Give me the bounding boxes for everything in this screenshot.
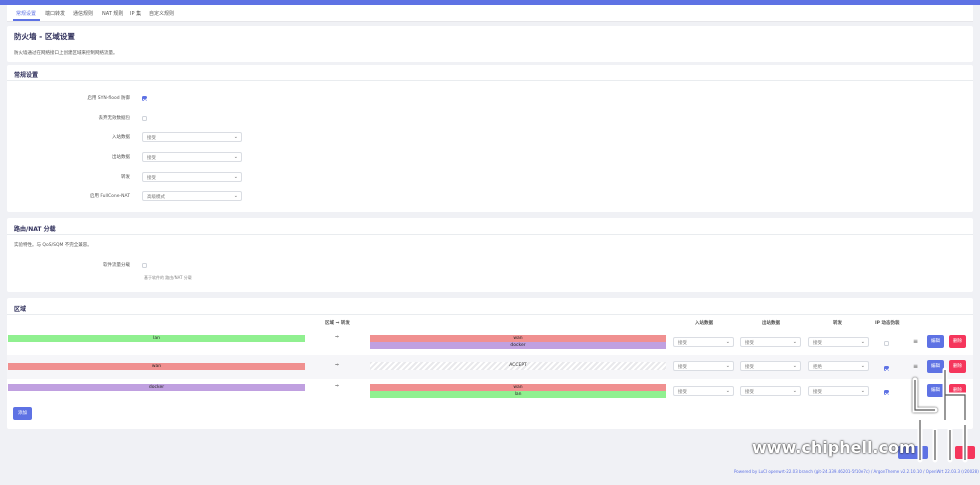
zone-input-select[interactable]: 接受 ⌄ bbox=[673, 337, 734, 347]
delete-button[interactable]: 删除 bbox=[949, 335, 966, 348]
input-policy-label: 入站数据 bbox=[112, 135, 130, 140]
software-offload-checkbox[interactable] bbox=[142, 263, 147, 268]
zone-output-select[interactable]: 接受 ⌄ bbox=[740, 361, 801, 371]
tab-custom-rules[interactable]: 自定义规则 bbox=[149, 10, 174, 17]
col-zone-forward: 区域 ⇒ 转发 bbox=[325, 321, 350, 326]
tab-nat-rules[interactable]: NAT 规则 bbox=[102, 10, 123, 17]
chevron-down-icon: ⌄ bbox=[792, 388, 797, 394]
tab-bar: 常规设置 端口转发 通信规则 NAT 规则 IP 集 自定义规则 bbox=[7, 5, 973, 22]
chevron-down-icon: ⌄ bbox=[725, 363, 730, 369]
tab-traffic-rules[interactable]: 通信规则 bbox=[73, 10, 93, 17]
zone-output-select[interactable]: 接受 ⌄ bbox=[740, 386, 801, 396]
divider bbox=[7, 314, 973, 315]
forward-policy-label: 转发 bbox=[121, 175, 130, 180]
forward-policy-select[interactable]: 接受 ⌄ bbox=[142, 172, 242, 182]
output-policy-label: 出站数据 bbox=[112, 155, 130, 160]
select-value: 接受 bbox=[678, 390, 687, 395]
select-value: 高级模式 bbox=[147, 195, 165, 200]
offload-panel: 路由/NAT 分载 实验特性。与 QoS/SQM 不完全兼容。 软件流量分载 基… bbox=[7, 218, 973, 292]
tab-general[interactable]: 常规设置 bbox=[16, 10, 36, 17]
zone-output-select[interactable]: 接受 ⌄ bbox=[740, 337, 801, 347]
chevron-down-icon: ⌄ bbox=[233, 174, 238, 180]
tab-ipsets[interactable]: IP 集 bbox=[130, 10, 141, 17]
col-ip-dynamic: IP 动态伪装 bbox=[875, 321, 900, 326]
chevron-down-icon: ⌄ bbox=[860, 339, 865, 345]
output-policy-select[interactable]: 接受 ⌄ bbox=[142, 152, 242, 162]
forward-arrow: ⇒ bbox=[335, 384, 339, 389]
page-header-panel: 防火墙 - 区域设置 防火墙通过在网络接口上创建区域来控制网络流量。 bbox=[7, 26, 973, 62]
general-settings-panel: 常规设置 启用 SYN-flood 防御 丢弃无效数据包 入站数据 接受 ⌄ 出站… bbox=[7, 65, 973, 212]
forward-arrow: ⇒ bbox=[335, 363, 339, 368]
general-settings-title: 常规设置 bbox=[14, 72, 39, 79]
drop-invalid-label: 丢弃无效数据包 bbox=[98, 116, 131, 121]
page-description: 防火墙通过在网络接口上创建区域来控制网络流量。 bbox=[14, 51, 118, 56]
col-output: 出站数据 bbox=[762, 321, 780, 326]
zone-forward-select[interactable]: 接受 ⌄ bbox=[808, 337, 869, 347]
edit-button[interactable]: 编辑 bbox=[927, 335, 944, 348]
offload-description: 实验特性。与 QoS/SQM 不完全兼容。 bbox=[14, 243, 92, 248]
zone-forward-select[interactable]: 接受 ⌄ bbox=[808, 386, 869, 396]
masquerade-checkbox[interactable] bbox=[884, 341, 889, 346]
divider bbox=[7, 234, 973, 235]
footer-text: Powered by LuCI openwrt-22.03 branch (gi… bbox=[734, 469, 979, 474]
target-zone-docker: docker bbox=[370, 342, 666, 349]
select-value: 接受 bbox=[678, 341, 687, 346]
drag-handle-icon[interactable]: ≡ bbox=[913, 338, 918, 345]
col-forward: 转发 bbox=[833, 321, 842, 326]
watermark-text: www.chiphell.com bbox=[752, 438, 916, 457]
target-zone-wan: wan bbox=[370, 384, 666, 391]
zone-input-select[interactable]: 接受 ⌄ bbox=[673, 361, 734, 371]
chevron-down-icon: ⌄ bbox=[233, 193, 238, 199]
active-tab-indicator bbox=[13, 19, 40, 21]
page-title: 防火墙 - 区域设置 bbox=[14, 32, 75, 41]
fullcone-label: 启用 FullCone-NAT bbox=[89, 194, 130, 199]
software-offload-hint: 基于软件的 路由/NAT 分载 bbox=[144, 275, 192, 280]
syn-flood-label: 启用 SYN-flood 防御 bbox=[87, 96, 130, 101]
chevron-down-icon: ⌄ bbox=[860, 388, 865, 394]
select-value: 接受 bbox=[813, 390, 822, 395]
syn-flood-checkbox[interactable] bbox=[142, 96, 147, 101]
chevron-down-icon: ⌄ bbox=[860, 363, 865, 369]
col-input: 入站数据 bbox=[695, 321, 713, 326]
zone-name-lan: lan bbox=[8, 335, 305, 342]
software-offload-label: 软件流量分载 bbox=[103, 263, 130, 268]
forward-arrow: ⇒ bbox=[335, 335, 339, 340]
select-value: 接受 bbox=[678, 365, 687, 370]
chevron-down-icon: ⌄ bbox=[233, 134, 238, 140]
add-zone-button[interactable]: 添加 bbox=[13, 407, 32, 420]
fullcone-select[interactable]: 高级模式 ⌄ bbox=[142, 191, 242, 201]
chevron-down-icon: ⌄ bbox=[725, 388, 730, 394]
offload-title: 路由/NAT 分载 bbox=[14, 226, 56, 233]
select-value: 接受 bbox=[745, 390, 754, 395]
select-value: 接受 bbox=[745, 365, 754, 370]
chevron-down-icon: ⌄ bbox=[725, 339, 730, 345]
target-accept: ACCEPT bbox=[370, 362, 666, 370]
zone-name-wan: wan bbox=[8, 363, 305, 370]
chevron-down-icon: ⌄ bbox=[792, 339, 797, 345]
masquerade-checkbox[interactable] bbox=[884, 366, 889, 371]
select-value: 接受 bbox=[813, 341, 822, 346]
zones-title: 区域 bbox=[14, 306, 27, 313]
masquerade-checkbox[interactable] bbox=[884, 390, 889, 395]
select-value: 接受 bbox=[147, 136, 156, 141]
input-policy-select[interactable]: 接受 ⌄ bbox=[142, 132, 242, 142]
target-zone-wan: wan bbox=[370, 335, 666, 342]
zone-name-docker: docker bbox=[8, 384, 305, 391]
zone-input-select[interactable]: 接受 ⌄ bbox=[673, 386, 734, 396]
select-value: 接受 bbox=[147, 156, 156, 161]
select-value: 接受 bbox=[745, 341, 754, 346]
tab-port-forward[interactable]: 端口转发 bbox=[45, 10, 65, 17]
chevron-down-icon: ⌄ bbox=[233, 154, 238, 160]
drop-invalid-checkbox[interactable] bbox=[142, 116, 147, 121]
target-zone-lan: lan bbox=[370, 391, 666, 398]
zone-forward-select[interactable]: 拒绝 ⌄ bbox=[808, 361, 869, 371]
select-value: 拒绝 bbox=[813, 365, 822, 370]
divider bbox=[7, 80, 973, 81]
chevron-down-icon: ⌄ bbox=[792, 363, 797, 369]
select-value: 接受 bbox=[147, 176, 156, 181]
